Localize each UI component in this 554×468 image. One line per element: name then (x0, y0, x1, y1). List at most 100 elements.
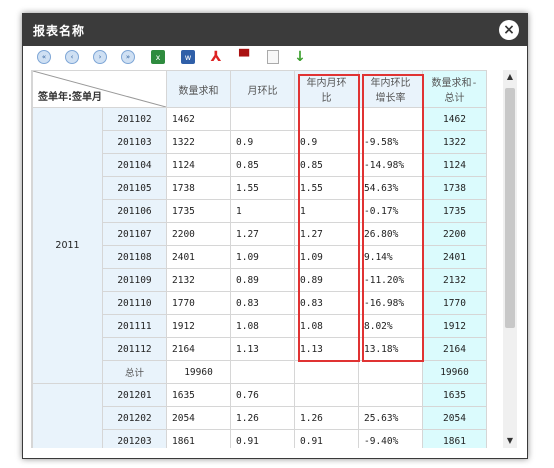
mom-cell (230, 107, 295, 131)
mom-cell: 0.91 (230, 429, 295, 448)
print-icon[interactable]: ▀ (237, 50, 251, 65)
col-header-ytd-mom: 年内月环 比 (294, 70, 359, 108)
sum-cell: 1462 (166, 107, 231, 131)
mom-cell: 0.9 (230, 130, 295, 154)
report-table: 签单年:签单月 数量求和 月环比 年内月环 比 年内环比 增长率 数量求和- 总… (32, 70, 487, 448)
ytd-mom-cell: 1.09 (294, 245, 359, 269)
ytd-growth-cell: 9.14% (358, 245, 423, 269)
scroll-up-icon[interactable]: ▲ (503, 70, 517, 84)
first-page-icon[interactable]: « (37, 50, 51, 64)
empty-cell (294, 360, 359, 384)
col-header-sum: 数量求和 (166, 70, 231, 108)
ytd-growth-cell: 54.63% (358, 176, 423, 200)
mom-cell: 1.09 (230, 245, 295, 269)
total-cell: 1912 (422, 314, 487, 338)
ytd-mom-cell: 1.55 (294, 176, 359, 200)
month-cell: 201108 (102, 245, 167, 269)
year-cell: 2011 (32, 107, 103, 384)
ytd-growth-cell: -16.98% (358, 291, 423, 315)
export-text-icon[interactable] (267, 50, 279, 64)
mom-cell: 1.27 (230, 222, 295, 246)
export-pdf-icon[interactable]: ⅄ (209, 49, 223, 65)
ytd-growth-cell: -9.40% (358, 429, 423, 448)
sum-cell: 2401 (166, 245, 231, 269)
ytd-growth-cell: -0.17% (358, 199, 423, 223)
ytd-growth-cell: -14.98% (358, 153, 423, 177)
sum-cell: 2054 (166, 406, 231, 430)
empty-cell (230, 360, 295, 384)
ytd-mom-cell (294, 383, 359, 407)
sum-cell: 1770 (166, 291, 231, 315)
total-cell: 1770 (422, 291, 487, 315)
titlebar: 报表名称 × (23, 14, 527, 46)
scroll-down-icon[interactable]: ▼ (503, 434, 517, 448)
table-row: 201201 1635 0.76 1635 (32, 383, 487, 448)
year-cell (32, 383, 103, 448)
sum-cell: 1124 (166, 153, 231, 177)
sum-cell: 2132 (166, 268, 231, 292)
ytd-mom-cell: 1.26 (294, 406, 359, 430)
sum-cell: 1635 (166, 383, 231, 407)
ytd-mom-cell: 0.89 (294, 268, 359, 292)
last-page-icon[interactable]: » (121, 50, 135, 64)
sum-cell: 1322 (166, 130, 231, 154)
total-cell: 2164 (422, 337, 487, 361)
mom-cell: 1.13 (230, 337, 295, 361)
ytd-growth-cell (358, 383, 423, 407)
export-word-icon[interactable]: w (181, 50, 195, 64)
prev-page-icon[interactable]: ‹ (65, 50, 79, 64)
total-cell: 2401 (422, 245, 487, 269)
toolbar: « ‹ › » x w ⅄ ▀ ↓ (23, 46, 527, 68)
total-cell: 1738 (422, 176, 487, 200)
subtotal-value: 19960 (166, 360, 231, 384)
mom-cell: 1.26 (230, 406, 295, 430)
ytd-mom-cell: 0.9 (294, 130, 359, 154)
ytd-mom-cell: 0.85 (294, 153, 359, 177)
ytd-growth-cell: -9.58% (358, 130, 423, 154)
ytd-growth-cell (358, 107, 423, 131)
total-cell: 1124 (422, 153, 487, 177)
report-grid: 签单年:签单月 数量求和 月环比 年内月环 比 年内环比 增长率 数量求和- 总… (31, 70, 502, 448)
month-cell: 201106 (102, 199, 167, 223)
month-cell: 201107 (102, 222, 167, 246)
scroll-thumb[interactable] (505, 88, 515, 328)
ytd-growth-cell: 26.80% (358, 222, 423, 246)
total-cell: 1462 (422, 107, 487, 131)
sum-cell: 1912 (166, 314, 231, 338)
subtotal-total: 19960 (422, 360, 487, 384)
mom-cell: 1.55 (230, 176, 295, 200)
mom-cell: 1 (230, 199, 295, 223)
next-page-icon[interactable]: › (93, 50, 107, 64)
col-header-mom: 月环比 (230, 70, 295, 108)
month-cell: 201104 (102, 153, 167, 177)
col-header-ytd-growth: 年内环比 增长率 (358, 70, 423, 108)
corner-header: 签单年:签单月 (32, 70, 167, 108)
ytd-mom-cell (294, 107, 359, 131)
total-cell: 2132 (422, 268, 487, 292)
export-excel-icon[interactable]: x (151, 50, 165, 64)
ytd-growth-cell: 13.18% (358, 337, 423, 361)
ytd-growth-cell: 25.63% (358, 406, 423, 430)
vertical-scrollbar[interactable]: ▲ ▼ (503, 70, 517, 448)
sum-cell: 1861 (166, 429, 231, 448)
mom-cell: 1.08 (230, 314, 295, 338)
month-cell: 201112 (102, 337, 167, 361)
corner-label: 签单年:签单月 (38, 92, 102, 103)
download-icon[interactable]: ↓ (293, 49, 307, 65)
mom-cell: 0.89 (230, 268, 295, 292)
ytd-growth-cell: -11.20% (358, 268, 423, 292)
month-cell: 201201 (102, 383, 167, 407)
month-cell: 201105 (102, 176, 167, 200)
total-cell: 1322 (422, 130, 487, 154)
subtotal-label: 总计 (102, 360, 167, 384)
ytd-mom-cell: 1.13 (294, 337, 359, 361)
table-row: 2011 201102 1462 1462 (32, 107, 487, 384)
ytd-mom-cell: 0.91 (294, 429, 359, 448)
ytd-growth-cell: 8.02% (358, 314, 423, 338)
mom-cell: 0.85 (230, 153, 295, 177)
report-dialog: 报表名称 × « ‹ › » x w ⅄ ▀ ↓ 签单年:签单月 数量求和 月环… (22, 13, 528, 459)
sum-cell: 2200 (166, 222, 231, 246)
month-cell: 201110 (102, 291, 167, 315)
total-cell: 1861 (422, 429, 487, 448)
close-button[interactable]: × (499, 20, 519, 40)
